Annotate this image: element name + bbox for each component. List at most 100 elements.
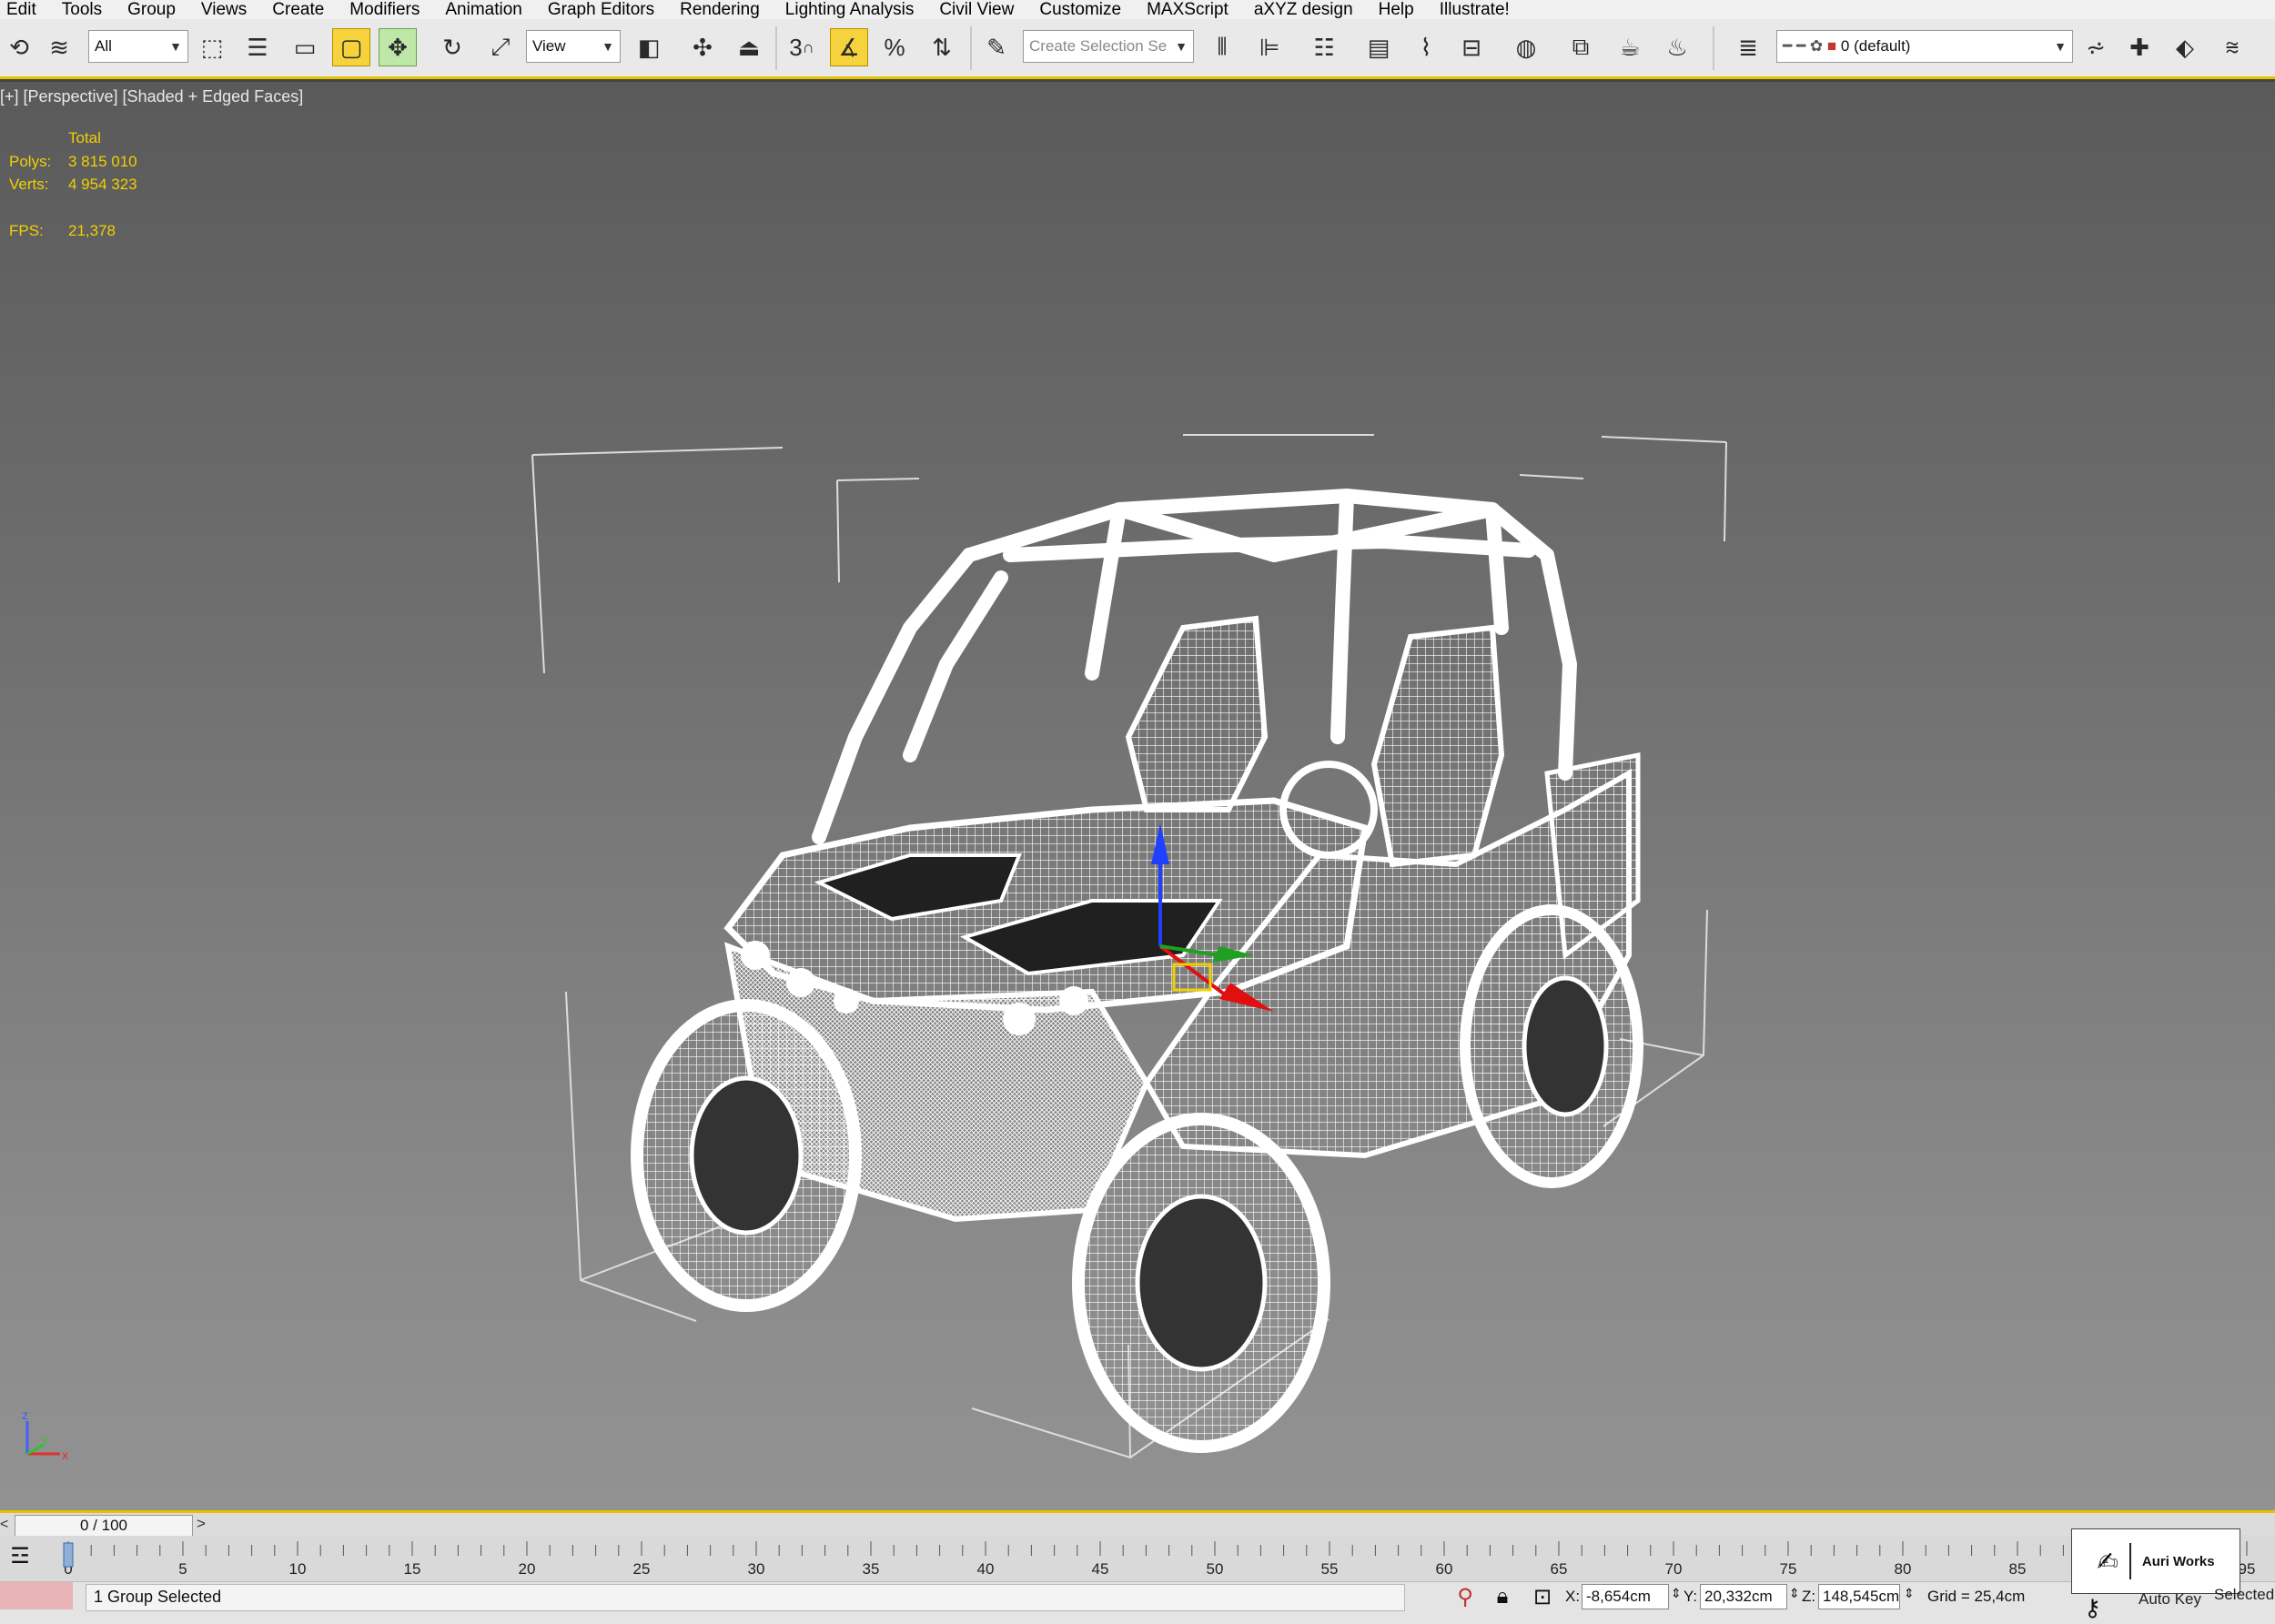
maxscript-listener[interactable]: [0, 1582, 73, 1609]
select-and-rotate-icon[interactable]: ↻: [433, 28, 471, 66]
edit-named-selection-icon[interactable]: ✎: [977, 28, 1016, 66]
menu-maxscript[interactable]: MAXScript: [1140, 0, 1248, 19]
chevron-down-icon: ▼: [169, 39, 182, 54]
layer-properties-icon[interactable]: ⩫: [2077, 28, 2115, 66]
layer-dropdown[interactable]: ━ ━ ✿ ■ 0 (default) ▼: [1776, 30, 2073, 63]
ruler-tick-label: 85: [2009, 1560, 2027, 1578]
select-in-layer-icon[interactable]: ⩬: [2213, 28, 2251, 66]
percent-snap-icon[interactable]: %: [875, 28, 914, 66]
z-coord-label: Z:: [1802, 1588, 1816, 1605]
right-seat: [1370, 624, 1505, 868]
manipulate-icon[interactable]: ✣: [683, 28, 722, 66]
rendered-frame-icon[interactable]: ☕: [1611, 28, 1649, 66]
menu-graph-editors[interactable]: Graph Editors: [541, 0, 673, 19]
select-and-scale-icon[interactable]: ⤢: [481, 28, 520, 66]
spinner-icon[interactable]: ⇕: [1789, 1586, 1800, 1601]
menu-animation[interactable]: Animation: [439, 0, 541, 19]
menu-modifiers[interactable]: Modifiers: [343, 0, 439, 19]
render-teapot-icon[interactable]: ♨: [1658, 28, 1696, 66]
ruler-tick-label: 10: [289, 1560, 307, 1578]
spinner-snap-icon[interactable]: ⇅: [923, 28, 961, 66]
reference-coord-dropdown[interactable]: View ▼: [526, 30, 621, 63]
time-slider-thumb[interactable]: 0 / 100: [15, 1515, 193, 1537]
time-next-button[interactable]: >: [197, 1515, 206, 1533]
time-slider[interactable]: < 0 / 100 >: [0, 1510, 2275, 1537]
menu-group[interactable]: Group: [121, 0, 195, 19]
absolute-mode-icon[interactable]: ⊡: [1529, 1584, 1556, 1610]
ruler-tick-label: 70: [1665, 1560, 1683, 1578]
chevron-down-icon: ▼: [602, 39, 614, 54]
auto-key-button[interactable]: Auto Key: [2138, 1590, 2201, 1609]
layer-explorer-icon[interactable]: ☷: [1305, 28, 1343, 66]
menu-rendering[interactable]: Rendering: [673, 0, 779, 19]
current-frame-marker: [63, 1542, 74, 1568]
x-coord-field[interactable]: -8,654cm: [1582, 1584, 1669, 1609]
select-by-name-icon[interactable]: ☰: [238, 28, 277, 66]
perspective-viewport[interactable]: [+] [Perspective] [Shaded + Edged Faces]…: [0, 82, 2275, 1510]
ruler-tick-label: 50: [1207, 1560, 1224, 1578]
ruler-tick-label: 60: [1436, 1560, 1453, 1578]
select-object-icon[interactable]: ⬚: [193, 28, 231, 66]
track-bar[interactable]: ☲ 0 5 10 15 20 25 30 35 40 45 50 55 60 65 70 75 80 85 95: [0, 1536, 2275, 1581]
menu-create[interactable]: Create: [266, 0, 343, 19]
angle-snap-icon[interactable]: ∡: [830, 28, 868, 66]
chevron-down-icon: ▼: [2054, 39, 2067, 54]
mirror-icon[interactable]: ⫴: [1203, 28, 1241, 66]
menu-civil-view[interactable]: Civil View: [933, 0, 1033, 19]
scene-explorer-icon[interactable]: ▤: [1360, 28, 1398, 66]
menu-customize[interactable]: Customize: [1033, 0, 1140, 19]
key-icon[interactable]: ⚷: [2084, 1594, 2101, 1622]
ruler-tick-label: 55: [1321, 1560, 1339, 1578]
isolate-selection-icon[interactable]: ⚲: [1451, 1584, 1479, 1610]
menu-axyz-design[interactable]: aXYZ design: [1248, 0, 1372, 19]
left-seat: [1125, 615, 1269, 812]
ruler-tick-label: 35: [863, 1560, 880, 1578]
z-coord-field[interactable]: 148,545cm: [1818, 1584, 1900, 1609]
y-coord-label: Y:: [1684, 1588, 1698, 1605]
schematic-view-icon[interactable]: ⊟: [1452, 28, 1491, 66]
named-selection-dropdown[interactable]: Create Selection Se ▼: [1023, 30, 1194, 63]
menu-edit[interactable]: Edit: [0, 0, 56, 19]
window-crossing-icon[interactable]: ▢: [332, 28, 370, 66]
pivot-center-icon[interactable]: ◧: [630, 28, 668, 66]
ruler-tick-label: 45: [1092, 1560, 1109, 1578]
ruler-tick-label: 20: [519, 1560, 536, 1578]
chevron-down-icon: ▼: [1175, 39, 1188, 54]
watermark-logo: ✍ Auri Works: [2071, 1528, 2240, 1594]
snaps-toggle-icon[interactable]: 3 ∩: [783, 28, 821, 66]
select-and-move-icon[interactable]: ✥: [379, 28, 417, 66]
lock-selection-icon[interactable]: 🔒︎: [1489, 1584, 1516, 1609]
ruler-tick-label: 95: [2239, 1560, 2256, 1578]
spinner-icon[interactable]: ⇕: [1671, 1586, 1682, 1601]
render-setup-icon[interactable]: ⧉: [1562, 28, 1600, 66]
axis-tripod-icon: z x y: [22, 1410, 68, 1462]
axis-x-label: x: [62, 1447, 68, 1462]
status-message: 1 Group Selected: [86, 1584, 1405, 1611]
link-icon[interactable]: ⟲: [0, 28, 38, 66]
menu-tools[interactable]: Tools: [56, 0, 121, 19]
signature-icon: ✍: [2097, 1547, 2118, 1576]
x-coord-label: X:: [1565, 1588, 1581, 1605]
layer-manager-icon[interactable]: ≣: [1729, 28, 1767, 66]
menu-illustrate[interactable]: Illustrate!: [1433, 0, 1529, 19]
menu-views[interactable]: Views: [195, 0, 266, 19]
curve-editor-icon[interactable]: ⌇: [1407, 28, 1445, 66]
ruler-tick-label: 75: [1780, 1560, 1797, 1578]
y-coord-field[interactable]: 20,332cm: [1700, 1584, 1787, 1609]
spinner-icon[interactable]: ⇕: [1904, 1586, 1915, 1601]
selection-filter-dropdown[interactable]: All ▼: [88, 30, 188, 63]
add-to-layer-icon[interactable]: ⬖: [2166, 28, 2204, 66]
material-editor-icon[interactable]: ◍: [1507, 28, 1545, 66]
menu-help[interactable]: Help: [1372, 0, 1433, 19]
main-toolbar: ⟲ ≋ All ▼ ⬚ ☰ ▭ ▢ ✥ ↻ ⤢ View ▼ ◧ ✣ ⏏ 3 ∩ ∡ …: [0, 19, 2275, 79]
align-icon[interactable]: ⊫: [1250, 28, 1289, 66]
time-prev-button[interactable]: <: [0, 1517, 8, 1533]
wireframe-utv-model[interactable]: [0, 82, 2275, 1510]
menu-lighting-analysis[interactable]: Lighting Analysis: [779, 0, 934, 19]
keyboard-shortcut-icon[interactable]: ⏏: [730, 28, 768, 66]
rectangular-selection-icon[interactable]: ▭: [286, 28, 324, 66]
unlink-icon[interactable]: ≋: [40, 28, 78, 66]
selected-dropdown[interactable]: Selected: [2214, 1586, 2274, 1604]
create-layer-icon[interactable]: ✚: [2120, 28, 2159, 66]
ruler-tick-label: 25: [633, 1560, 651, 1578]
